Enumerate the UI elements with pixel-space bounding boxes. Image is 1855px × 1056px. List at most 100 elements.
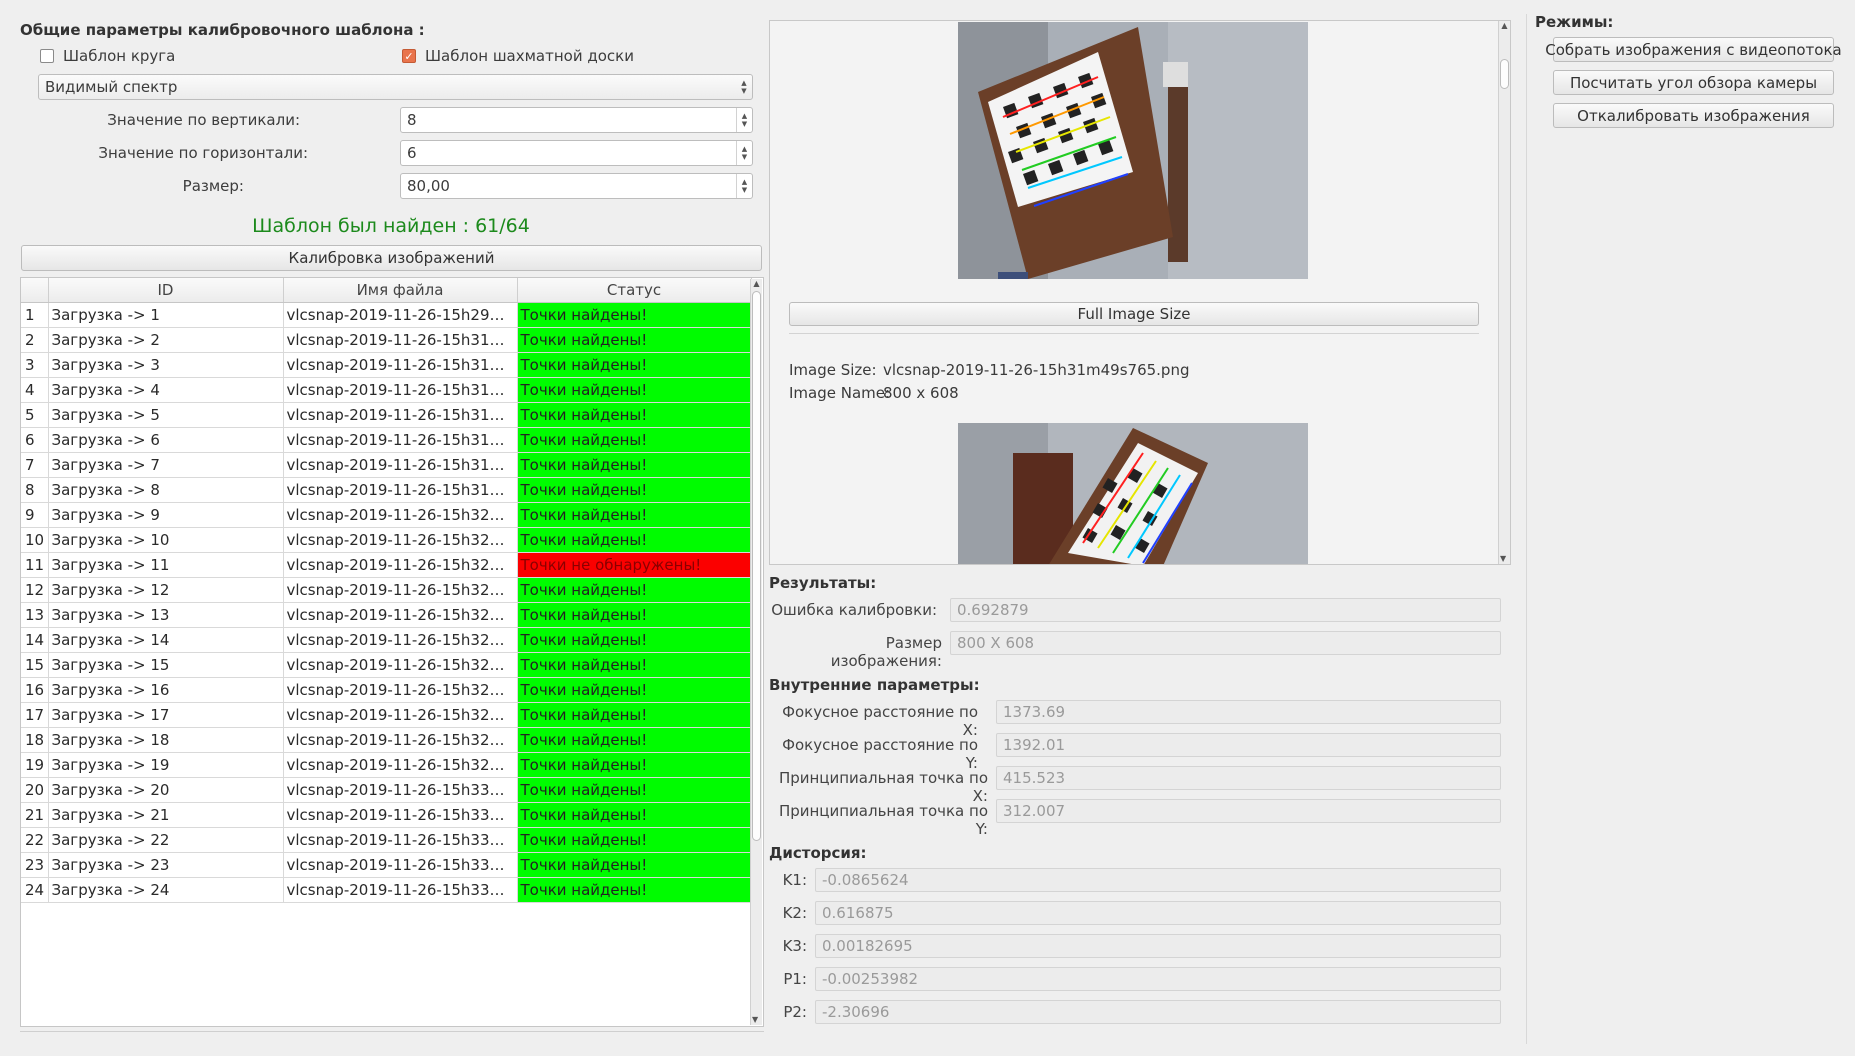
row-number[interactable]: 15 xyxy=(21,652,49,678)
table-row[interactable]: 6 Загрузка -> 6 vlcsnap-2019-11-26-15h31m5… xyxy=(21,427,752,453)
row-filename-cell[interactable]: vlcsnap-2019-11-26-15h32m24... xyxy=(283,752,518,778)
row-filename-cell[interactable]: vlcsnap-2019-11-26-15h32m18... xyxy=(283,677,518,703)
row-status-cell[interactable]: Точки найдены! xyxy=(517,452,752,478)
k3-field[interactable]: 0.00182695 xyxy=(815,934,1501,958)
row-filename-cell[interactable]: vlcsnap-2019-11-26-15h32m10... xyxy=(283,602,518,628)
k1-field[interactable]: -0.0865624 xyxy=(815,868,1501,892)
row-number[interactable]: 5 xyxy=(21,402,49,428)
row-filename-cell[interactable]: vlcsnap-2019-11-26-15h32m08... xyxy=(283,577,518,603)
row-status-cell[interactable]: Точки найдены! xyxy=(517,302,752,328)
row-status-cell[interactable]: Точки найдены! xyxy=(517,377,752,403)
row-number[interactable]: 19 xyxy=(21,752,49,778)
full-image-size-button[interactable]: Full Image Size xyxy=(789,302,1479,326)
scroll-up-icon[interactable]: ▲ xyxy=(751,279,762,289)
row-filename-cell[interactable]: vlcsnap-2019-11-26-15h33m42... xyxy=(283,777,518,803)
row-number[interactable]: 2 xyxy=(21,327,49,353)
table-row[interactable]: 4 Загрузка -> 4 vlcsnap-2019-11-26-15h31m4… xyxy=(21,377,752,403)
table-row[interactable]: 8 Загрузка -> 8 vlcsnap-2019-11-26-15h31m5… xyxy=(21,477,752,503)
spin-arrows-icon[interactable]: ▲ ▼ xyxy=(736,108,752,132)
row-status-cell[interactable]: Точки найдены! xyxy=(517,852,752,878)
row-number[interactable]: 7 xyxy=(21,452,49,478)
fy-field[interactable]: 1392.01 xyxy=(996,733,1501,757)
row-filename-cell[interactable]: vlcsnap-2019-11-26-15h29m58... xyxy=(283,302,518,328)
row-id-cell[interactable]: Загрузка -> 21 xyxy=(48,802,284,828)
calib-error-field[interactable]: 0.692879 xyxy=(950,598,1501,622)
row-filename-cell[interactable]: vlcsnap-2019-11-26-15h31m58... xyxy=(283,477,518,503)
row-status-cell[interactable]: Точки найдены! xyxy=(517,702,752,728)
row-id-cell[interactable]: Загрузка -> 1 xyxy=(48,302,284,328)
row-status-cell[interactable]: Точки найдены! xyxy=(517,652,752,678)
row-id-cell[interactable]: Загрузка -> 2 xyxy=(48,327,284,353)
spectrum-select[interactable]: Видимый спектр ▲ ▼ xyxy=(38,74,753,100)
table-row[interactable]: 5 Загрузка -> 5 vlcsnap-2019-11-26-15h31m4… xyxy=(21,402,752,428)
collect-from-stream-button[interactable]: Собрать изображения с видеопотока xyxy=(1545,37,1842,62)
row-status-cell[interactable]: Точки найдены! xyxy=(517,477,752,503)
column-header-filename[interactable]: Имя файла xyxy=(283,278,518,303)
row-id-cell[interactable]: Загрузка -> 20 xyxy=(48,777,284,803)
row-status-cell[interactable]: Точки найдены! xyxy=(517,352,752,378)
p2-field[interactable]: -2.30696 xyxy=(815,1000,1501,1024)
viewer-scrollbar[interactable]: ▲ ▼ xyxy=(1498,21,1510,564)
row-status-cell[interactable]: Точки найдены! xyxy=(517,402,752,428)
row-filename-cell[interactable]: vlcsnap-2019-11-26-15h31m42... xyxy=(283,352,518,378)
row-status-cell[interactable]: Точки найдены! xyxy=(517,427,752,453)
row-filename-cell[interactable]: vlcsnap-2019-11-26-15h33m46... xyxy=(283,827,518,853)
row-filename-cell[interactable]: vlcsnap-2019-11-26-15h32m14... xyxy=(283,627,518,653)
row-filename-cell[interactable]: vlcsnap-2019-11-26-15h32m00... xyxy=(283,502,518,528)
row-status-cell[interactable]: Точки найдены! xyxy=(517,577,752,603)
row-number[interactable]: 14 xyxy=(21,627,49,653)
row-number[interactable]: 20 xyxy=(21,777,49,803)
table-row[interactable]: 16 Загрузка -> 16 vlcsnap-2019-11-26-15h32… xyxy=(21,677,752,703)
table-row[interactable]: 13 Загрузка -> 13 vlcsnap-2019-11-26-15h32… xyxy=(21,602,752,628)
image-viewer[interactable]: Full Image Size Image Size: vlcsnap-2019… xyxy=(769,20,1511,565)
row-filename-cell[interactable]: vlcsnap-2019-11-26-15h33m49... xyxy=(283,852,518,878)
row-number[interactable]: 22 xyxy=(21,827,49,853)
calibrate-images-button[interactable]: Калибровка изображений xyxy=(21,245,762,271)
row-number[interactable]: 13 xyxy=(21,602,49,628)
k2-field[interactable]: 0.616875 xyxy=(815,901,1501,925)
row-id-cell[interactable]: Загрузка -> 4 xyxy=(48,377,284,403)
viewer-scroll-thumb[interactable] xyxy=(1500,59,1509,89)
row-status-cell[interactable]: Точки найдены! xyxy=(517,827,752,853)
row-id-cell[interactable]: Загрузка -> 8 xyxy=(48,477,284,503)
row-status-cell[interactable]: Точки найдены! xyxy=(517,527,752,553)
table-row[interactable]: 10 Загрузка -> 10 vlcsnap-2019-11-26-15h32… xyxy=(21,527,752,553)
column-header-status[interactable]: Статус xyxy=(517,278,752,303)
row-filename-cell[interactable]: vlcsnap-2019-11-26-15h31m47... xyxy=(283,377,518,403)
table-row[interactable]: 15 Загрузка -> 15 vlcsnap-2019-11-26-15h32… xyxy=(21,652,752,678)
camera-fov-button[interactable]: Посчитать угол обзора камеры xyxy=(1553,70,1834,95)
table-row[interactable]: 24 Загрузка -> 24 vlcsnap-2019-11-26-15h33… xyxy=(21,877,752,903)
row-number[interactable]: 1 xyxy=(21,302,49,328)
row-id-cell[interactable]: Загрузка -> 5 xyxy=(48,402,284,428)
table-row[interactable]: 1 Загрузка -> 1 vlcsnap-2019-11-26-15h29m5… xyxy=(21,302,752,328)
row-status-cell[interactable]: Точки найдены! xyxy=(517,677,752,703)
row-number[interactable]: 21 xyxy=(21,802,49,828)
row-id-cell[interactable]: Загрузка -> 11 xyxy=(48,552,284,578)
row-number[interactable]: 17 xyxy=(21,702,49,728)
row-number[interactable]: 6 xyxy=(21,427,49,453)
spin-arrows-icon[interactable]: ▲ ▼ xyxy=(736,141,752,165)
row-number[interactable]: 24 xyxy=(21,877,49,903)
row-filename-cell[interactable]: vlcsnap-2019-11-26-15h32m20... xyxy=(283,702,518,728)
horizontal-spinbox[interactable]: 6 ▲ ▼ xyxy=(400,140,753,166)
p1-field[interactable]: -0.00253982 xyxy=(815,967,1501,991)
row-number[interactable]: 3 xyxy=(21,352,49,378)
row-status-cell[interactable]: Точки найдены! xyxy=(517,777,752,803)
table-row[interactable]: 11 Загрузка -> 11 vlcsnap-2019-11-26-15h32… xyxy=(21,552,752,578)
row-id-cell[interactable]: Загрузка -> 9 xyxy=(48,502,284,528)
row-id-cell[interactable]: Загрузка -> 18 xyxy=(48,727,284,753)
scroll-down-icon[interactable]: ▼ xyxy=(752,1015,758,1025)
row-status-cell[interactable]: Точки найдены! xyxy=(517,502,752,528)
row-filename-cell[interactable]: vlcsnap-2019-11-26-15h31m51... xyxy=(283,427,518,453)
fx-field[interactable]: 1373.69 xyxy=(996,700,1501,724)
table-row[interactable]: 19 Загрузка -> 19 vlcsnap-2019-11-26-15h32… xyxy=(21,752,752,778)
row-status-cell[interactable]: Точки найдены! xyxy=(517,877,752,903)
table-row[interactable]: 17 Загрузка -> 17 vlcsnap-2019-11-26-15h32… xyxy=(21,702,752,728)
column-header-id[interactable]: ID xyxy=(48,278,284,303)
row-id-cell[interactable]: Загрузка -> 24 xyxy=(48,877,284,903)
table-scroll-thumb[interactable] xyxy=(752,291,761,841)
row-number[interactable]: 8 xyxy=(21,477,49,503)
row-number[interactable]: 10 xyxy=(21,527,49,553)
table-row[interactable]: 14 Загрузка -> 14 vlcsnap-2019-11-26-15h32… xyxy=(21,627,752,653)
row-number[interactable]: 9 xyxy=(21,502,49,528)
